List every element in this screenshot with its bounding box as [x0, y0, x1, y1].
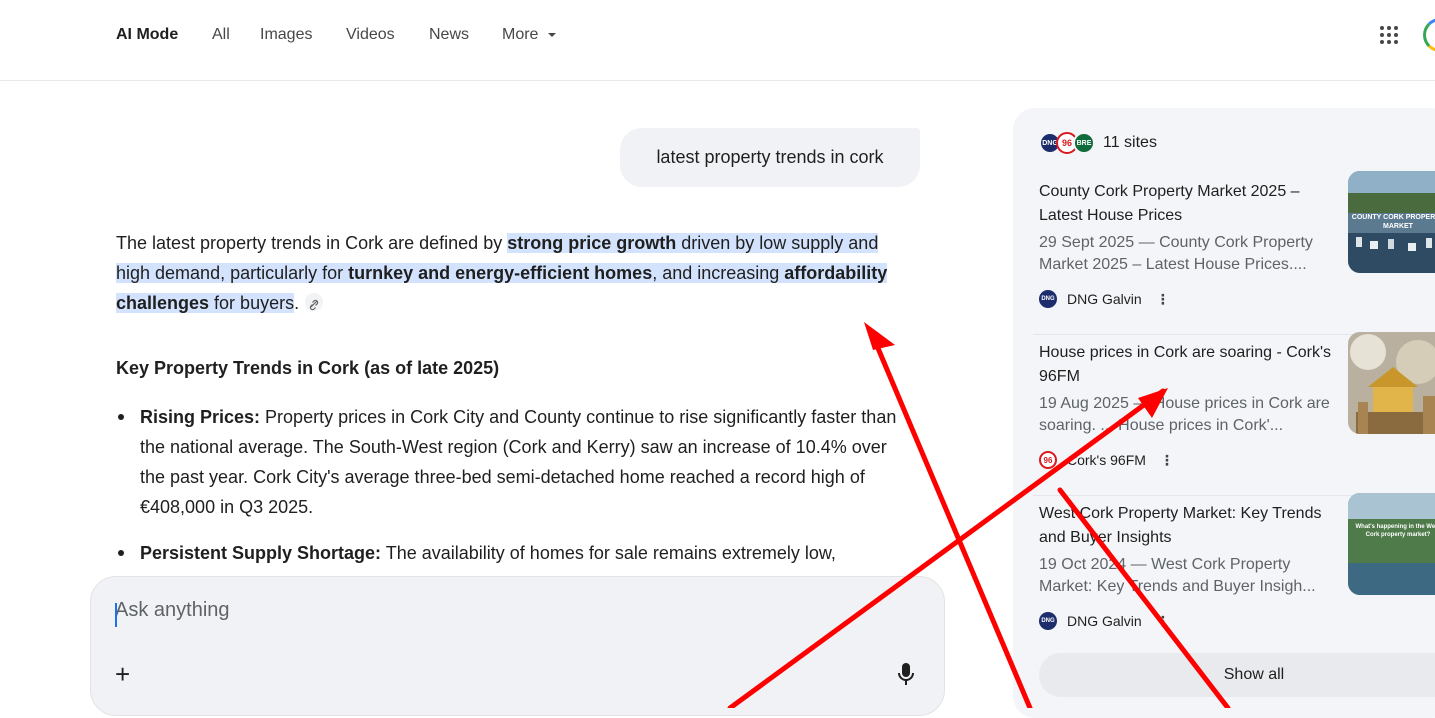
answer-bold: strong price growth	[507, 233, 677, 253]
source-name: Cork's 96FM	[1067, 452, 1146, 468]
site-logo-dng: DNG	[1039, 612, 1057, 630]
tab-videos[interactable]: Videos	[346, 25, 395, 45]
ai-answer: The latest property trends in Cork are d…	[116, 228, 916, 318]
source-snippet: 19 Oct 2024 — West Cork Property Market:…	[1039, 556, 1316, 595]
link-icon[interactable]	[305, 293, 324, 312]
user-query-text: latest property trends in cork	[656, 147, 884, 167]
apps-grid-icon[interactable]	[1378, 24, 1400, 46]
list-item: Persistent Supply Shortage: The availabi…	[116, 538, 916, 568]
source-name: DNG Galvin	[1067, 291, 1142, 307]
show-all-button[interactable]: Show all	[1039, 653, 1435, 697]
user-query-bubble: latest property trends in cork	[620, 128, 920, 187]
source-title[interactable]: West Cork Property Market: Key Trends an…	[1039, 502, 1339, 550]
bullet-label: Rising Prices:	[140, 407, 261, 427]
source-snippet: 19 Aug 2025 — House prices in Cork are s…	[1039, 395, 1330, 434]
source-card[interactable]: West Cork Property Market: Key Trends an…	[1013, 493, 1435, 662]
more-options-icon[interactable]: ⋮	[1160, 452, 1174, 469]
tab-news[interactable]: News	[429, 25, 469, 45]
add-button[interactable]: +	[115, 661, 130, 687]
tab-all[interactable]: All	[212, 25, 230, 45]
caret-down-icon	[547, 32, 556, 37]
sources-header[interactable]: DNG 96 BRE 11 sites	[1039, 132, 1157, 154]
site-logo-dng: DNG	[1039, 290, 1057, 308]
microphone-icon[interactable]	[897, 662, 915, 688]
source-title[interactable]: House prices in Cork are soaring - Cork'…	[1039, 341, 1339, 389]
site-logo-bre: BRE	[1073, 132, 1095, 154]
account-avatar[interactable]	[1423, 18, 1435, 52]
source-title[interactable]: County Cork Property Market 2025 – Lates…	[1039, 180, 1339, 228]
text-caret	[115, 603, 117, 627]
annotation-arrowhead	[864, 322, 895, 350]
answer-text: for buyers	[209, 293, 295, 313]
source-card[interactable]: House prices in Cork are soaring - Cork'…	[1013, 332, 1435, 501]
more-options-icon[interactable]: ⋮	[1156, 291, 1170, 308]
tab-more[interactable]: More	[502, 25, 557, 45]
source-snippet: 29 Sept 2025 — County Cork Property Mark…	[1039, 234, 1313, 273]
thumbnail-caption: COUNTY CORK PROPERTY MARKET	[1351, 214, 1435, 230]
source-site: 96 Cork's 96FM ⋮	[1039, 451, 1174, 469]
sources-panel: DNG 96 BRE 11 sites County Cork Property…	[1013, 108, 1435, 718]
ask-box: +	[90, 576, 945, 716]
thumbnail-caption: What's happening in the West Cork proper…	[1355, 524, 1435, 538]
tab-ai-mode[interactable]: AI Mode	[116, 25, 178, 45]
answer-bold: turnkey and energy-efficient homes	[348, 263, 653, 283]
source-site: DNG DNG Galvin ⋮	[1039, 612, 1170, 630]
sites-count: 11 sites	[1103, 134, 1157, 151]
source-card[interactable]: County Cork Property Market 2025 – Lates…	[1013, 171, 1435, 340]
answer-text: .	[294, 293, 300, 313]
answer-bullet-list: Rising Prices: Property prices in Cork C…	[116, 402, 916, 584]
source-thumbnail[interactable]: COUNTY CORK PROPERTY MARKET	[1348, 171, 1435, 273]
site-logo-96fm: 96	[1039, 451, 1057, 469]
bullet-dot	[118, 550, 124, 556]
bullet-text: The availability of homes for sale remai…	[381, 543, 836, 563]
source-name: DNG Galvin	[1067, 613, 1142, 629]
answer-heading: Key Property Trends in Cork (as of late …	[116, 358, 500, 378]
ask-input[interactable]	[115, 599, 815, 622]
tab-images[interactable]: Images	[260, 25, 312, 45]
source-thumbnail[interactable]: What's happening in the West Cork proper…	[1348, 493, 1435, 595]
tab-more-label: More	[502, 26, 539, 43]
bullet-dot	[118, 414, 124, 420]
answer-text: The latest property trends in Cork are d…	[116, 233, 508, 253]
list-item: Rising Prices: Property prices in Cork C…	[116, 402, 916, 522]
source-thumbnail[interactable]	[1348, 332, 1435, 434]
top-nav: AI Mode All Images Videos News More	[0, 0, 1435, 81]
more-options-icon[interactable]: ⋮	[1156, 613, 1170, 630]
source-site: DNG DNG Galvin ⋮	[1039, 290, 1170, 308]
bullet-label: Persistent Supply Shortage:	[140, 543, 382, 563]
answer-text: , and increasing	[652, 263, 785, 283]
